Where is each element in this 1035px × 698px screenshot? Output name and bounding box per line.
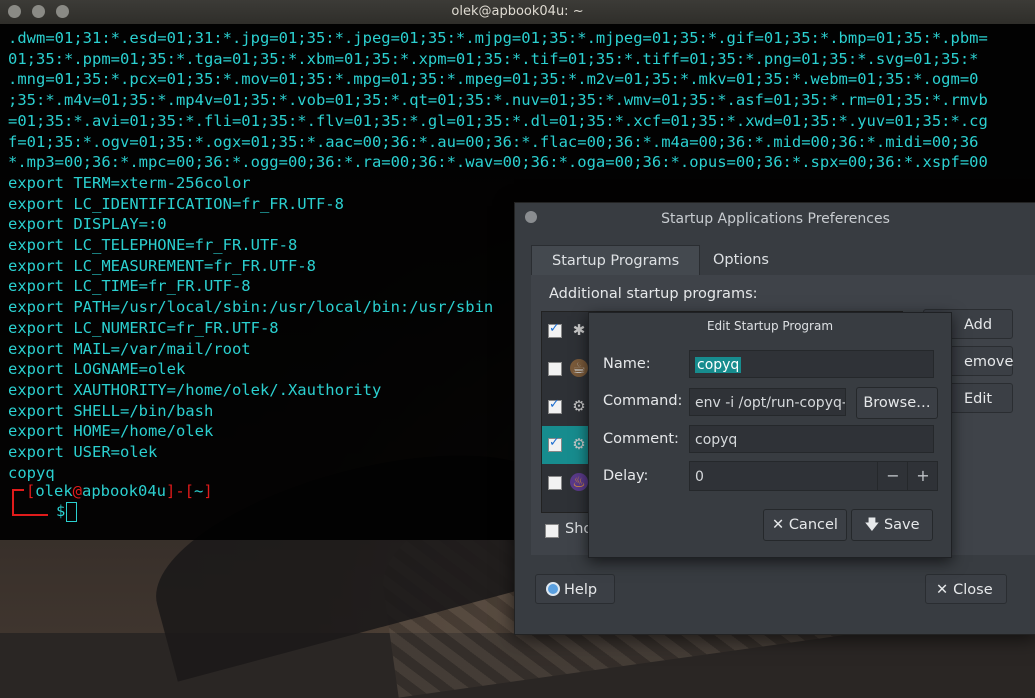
enable-checkbox[interactable] bbox=[548, 397, 562, 414]
delay-decrement-button[interactable]: − bbox=[877, 461, 908, 491]
cancel-button[interactable]: ✕ Cancel bbox=[763, 509, 847, 541]
delay-value: 0 bbox=[695, 469, 704, 485]
save-icon: 🡇 bbox=[864, 517, 884, 533]
terminal-line: 01;35:*.ppm=01;35:*.tga=01;35:*.xbm=01;3… bbox=[8, 49, 979, 68]
dialog-title: Startup Applications Preferences bbox=[661, 211, 890, 227]
comment-field[interactable]: copyq bbox=[689, 425, 934, 453]
prompt-bracket-open: [ bbox=[26, 482, 36, 500]
bluetooth-icon: ✱ bbox=[572, 321, 586, 339]
name-label: Name: bbox=[603, 356, 651, 372]
terminal-title: olek@apbook04u: ~ bbox=[451, 4, 584, 19]
flame-icon: ♨ bbox=[570, 473, 588, 491]
comment-label: Comment: bbox=[603, 431, 679, 447]
prompt-host: apbook04u bbox=[82, 482, 167, 500]
tab-startup-programs[interactable]: Startup Programs bbox=[531, 245, 701, 276]
prompt-at: @ bbox=[72, 482, 83, 500]
terminal-titlebar[interactable]: olek@apbook04u: ~ bbox=[0, 0, 1035, 24]
edit-startup-program-dialog: Edit Startup Program Name: copyq Command… bbox=[588, 312, 952, 558]
save-label: Save bbox=[883, 517, 920, 533]
tab-bar: Startup Programs Options bbox=[531, 245, 1035, 276]
cancel-label: Cancel bbox=[788, 517, 838, 533]
terminal-line: .dwm=01;31:*.esd=01;31:*.jpg=01;35:*.jpe… bbox=[8, 29, 988, 47]
enable-checkbox[interactable] bbox=[548, 476, 562, 490]
edit-dialog-title: Edit Startup Program bbox=[706, 319, 834, 333]
prompt-line-decoration-bottom bbox=[12, 507, 48, 516]
browse-button[interactable]: Browse… bbox=[856, 387, 938, 419]
additional-programs-label: Additional startup programs: bbox=[549, 286, 758, 302]
terminal-line: ;35:*.m4v=01;35:*.mp4v=01;35:*.vob=01;35… bbox=[8, 91, 988, 110]
prompt-symbol: $ bbox=[56, 502, 66, 520]
tab-options[interactable]: Options bbox=[693, 245, 789, 275]
gears-icon: ⚙ bbox=[572, 397, 586, 415]
command-label: Command: bbox=[603, 393, 683, 409]
prompt-bracket-close: ] bbox=[203, 482, 213, 500]
enable-checkbox[interactable] bbox=[548, 362, 562, 376]
close-label: Close bbox=[953, 582, 993, 598]
close-button[interactable]: ✕ Close bbox=[925, 574, 1007, 604]
command-field[interactable]: env -i /opt/run-copyq-e bbox=[689, 388, 846, 416]
shell-prompt: [olek@apbook04u]-[~] bbox=[8, 482, 213, 500]
terminal-cursor bbox=[66, 502, 77, 522]
terminal-line: *.mp3=00;36:*.mpc=00;36:*.ogg=00;36:*.ra… bbox=[8, 153, 988, 172]
terminal-line: f=01;35:*.ogv=01;35:*.ogx=01;35:*.aac=00… bbox=[8, 132, 979, 151]
help-button[interactable]: Help bbox=[535, 574, 615, 604]
terminal-line: .mng=01;35:*.pcx=01;35:*.mov=01;35:*.mpg… bbox=[8, 70, 979, 89]
cancel-icon: ✕ bbox=[772, 517, 789, 533]
gears-icon: ⚙ bbox=[572, 435, 586, 453]
help-icon bbox=[546, 582, 560, 596]
delay-label: Delay: bbox=[603, 468, 649, 484]
name-field[interactable]: copyq bbox=[689, 350, 934, 378]
enable-checkbox[interactable] bbox=[548, 435, 562, 452]
coffee-icon: ☕ bbox=[570, 359, 588, 377]
prompt-user: olek bbox=[35, 482, 73, 500]
terminal-line: =01;35:*.avi=01;35:*.fli=01;35:*.flv=01;… bbox=[8, 111, 988, 130]
delay-increment-button[interactable]: + bbox=[907, 461, 938, 491]
save-button[interactable]: 🡇 Save bbox=[851, 509, 933, 541]
help-label: Help bbox=[564, 582, 598, 598]
prompt-separator: ]-[ bbox=[166, 482, 195, 500]
enable-checkbox[interactable] bbox=[548, 321, 562, 338]
name-value: copyq bbox=[695, 357, 742, 373]
terminal-line: export TERM=xterm-256color bbox=[8, 173, 251, 192]
show-hidden-checkbox[interactable] bbox=[545, 524, 559, 538]
prompt-dir: ~ bbox=[194, 482, 204, 500]
close-icon: ✕ bbox=[936, 582, 949, 598]
